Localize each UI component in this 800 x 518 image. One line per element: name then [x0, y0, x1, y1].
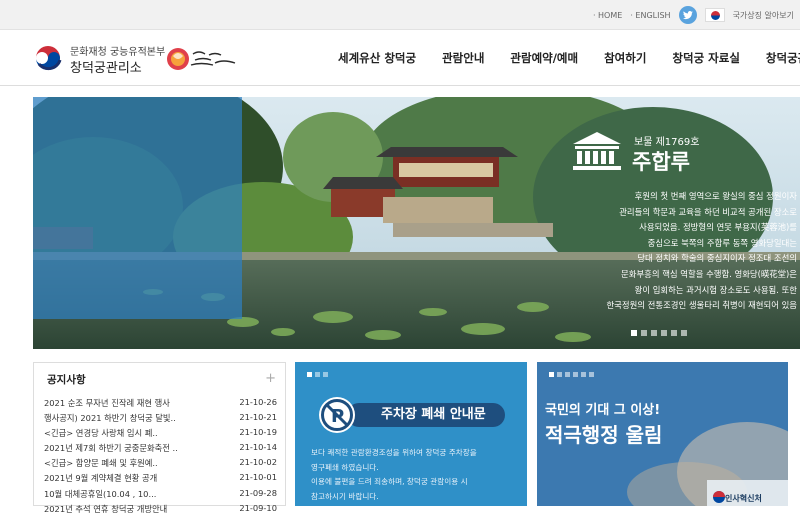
unesco-icon [573, 132, 621, 170]
notice-list: 2021 순조 무자년 진작례 재현 행사 21-10-26 행사공지) 2021… [44, 397, 277, 518]
hero-description: 후원의 첫 번째 영역으로 왕실의 중심 정원이자 관리들의 학문과 교육을 하… [606, 191, 797, 311]
banner-pager [549, 372, 594, 377]
notice-item[interactable]: 행사공지) 2021 하반기 창덕궁 달빛.. 21-10-21 [44, 412, 277, 427]
admin-banner-brand: 인사혁신처 [725, 494, 762, 503]
slide-dot[interactable] [661, 330, 667, 336]
notice-item[interactable]: 10월 대체공휴일(10.04 , 10... 21-09-28 [44, 488, 277, 503]
notice-board: 공지사항 + 2021 순조 무자년 진작례 재현 행사 21-10-26 행사공… [33, 362, 286, 514]
notice-item[interactable]: 2021년 9월 계약체결 현황 공개 21-10-01 [44, 472, 277, 487]
notice-more-button[interactable]: + [265, 371, 276, 386]
banner-dot[interactable] [549, 372, 554, 377]
slide-dot[interactable] [671, 330, 677, 336]
banner-dot[interactable] [323, 372, 328, 377]
banner-pager [307, 372, 328, 377]
slide-pager [631, 330, 687, 336]
parking-closure-banner[interactable]: 주차장 폐쇄 안내문 P 보다 쾌적한 관람환경조성을 위하여 창덕궁 주차장을… [295, 362, 527, 506]
banner-dot[interactable] [307, 372, 312, 377]
notice-item[interactable]: <긴급> 연경당 사랑채 임시 폐.. 21-10-19 [44, 427, 277, 442]
nav-participation[interactable]: 참여하기 [604, 50, 646, 66]
banner-dot[interactable] [315, 372, 320, 377]
org-name: 문화재청 궁능유적본부 [70, 47, 166, 58]
notice-item[interactable]: 2021년 추석 연휴 창덕궁 개방안내 21-09-10 [44, 503, 277, 518]
hero-title: 주합루 [632, 150, 690, 174]
nav-visit-info[interactable]: 관람안내 [442, 50, 484, 66]
campaign-badge-logo[interactable] [165, 46, 245, 72]
nav-world-heritage[interactable]: 세계유산 창덕궁 [338, 50, 416, 66]
nav-office[interactable]: 창덕궁관리소 [766, 50, 800, 66]
government-emblem-icon[interactable] [33, 43, 63, 73]
parking-title: 주차장 폐쇄 안내문 [347, 403, 505, 427]
admin-banner-line2: 적극행정 울림 [545, 423, 663, 447]
notice-item[interactable]: <긴급> 함양문 폐쇄 및 후원예.. 21-10-02 [44, 457, 277, 472]
twitter-icon[interactable] [678, 6, 697, 24]
site-header: 문화재청 궁능유적본부 창덕궁관리소 세계유산 창덕궁 관람안내 관람예약/예매… [0, 31, 800, 86]
slide-dot[interactable] [681, 330, 687, 336]
korean-flag-icon [704, 8, 725, 22]
banner-dot[interactable] [589, 372, 594, 377]
top-links: · HOME · ENGLISH 국가상징 알아보기 [593, 4, 794, 26]
main-nav: 세계유산 창덕궁 관람안내 관람예약/예매 참여하기 창덕궁 자료실 창덕궁관리… [338, 50, 800, 66]
english-link[interactable]: · ENGLISH [630, 11, 670, 20]
notice-title: 공지사항 [47, 374, 86, 386]
hero-info-panel [33, 97, 242, 319]
banner-dot[interactable] [565, 372, 570, 377]
nav-reservation[interactable]: 관람예약/예매 [510, 50, 578, 66]
notice-item[interactable]: 2021 순조 무자년 진작례 재현 행사 21-10-26 [44, 397, 277, 412]
slide-dot[interactable] [641, 330, 647, 336]
notice-item[interactable]: 2021년 제7회 하반기 궁중문화축전 .. 21-10-14 [44, 442, 277, 457]
parking-body: 보다 쾌적한 관람환경조성을 위하여 창덕궁 주차장을 영구폐쇄 하였습니다. … [311, 448, 477, 501]
proactive-admin-banner[interactable]: 국민의 기대 그 이상! 적극행정 울림 인사혁신처 [537, 362, 788, 506]
slide-dot[interactable] [651, 330, 657, 336]
no-parking-icon: P [319, 397, 355, 433]
home-link[interactable]: · HOME [593, 11, 622, 20]
banner-dot[interactable] [581, 372, 586, 377]
admin-banner-line1: 국민의 기대 그 이상! [545, 403, 661, 418]
nav-archive[interactable]: 창덕궁 자료실 [672, 50, 739, 66]
top-utility-bar: · HOME · ENGLISH 국가상징 알아보기 [0, 0, 800, 30]
national-symbol-link[interactable]: 국가상징 알아보기 [733, 10, 794, 21]
site-name[interactable]: 창덕궁관리소 [70, 57, 142, 76]
slide-dot[interactable] [631, 330, 637, 336]
banner-dot[interactable] [573, 372, 578, 377]
banner-dot[interactable] [557, 372, 562, 377]
